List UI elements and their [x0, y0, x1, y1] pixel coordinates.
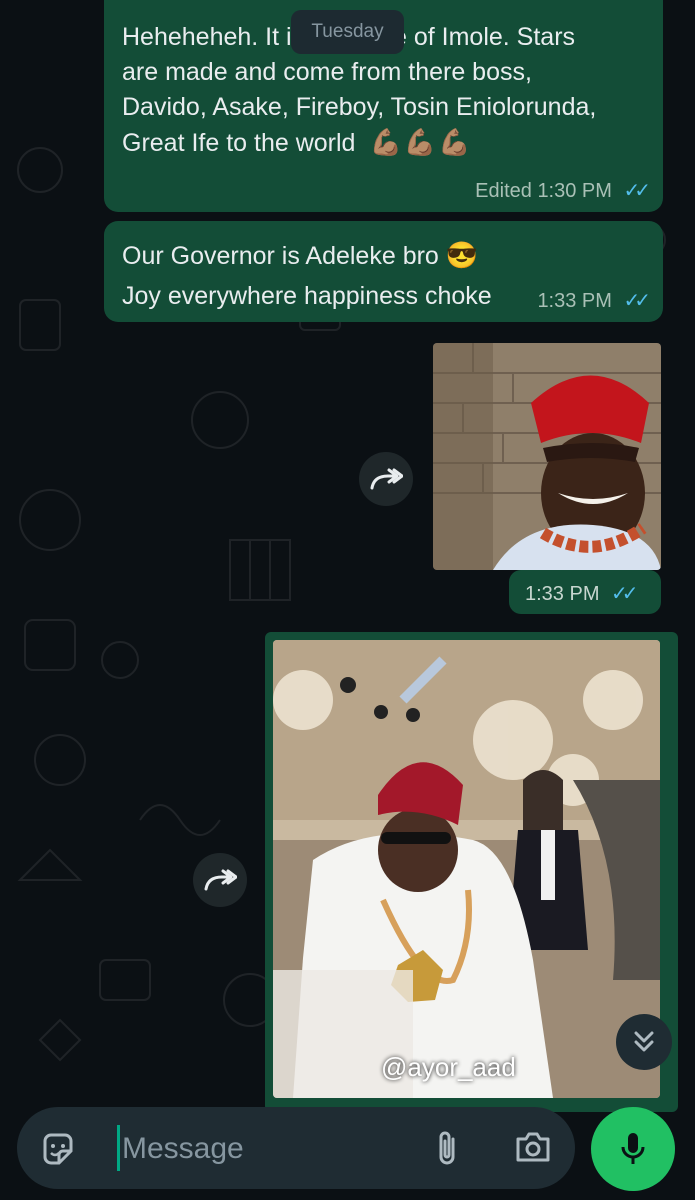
message-text: Our Governor is Adeleke bro 😎 Joy everyw…: [122, 240, 492, 310]
sticker-icon[interactable]: [39, 1131, 77, 1169]
message-input[interactable]: [120, 1123, 424, 1175]
mic-icon: [621, 1133, 645, 1164]
forward-button[interactable]: [193, 853, 247, 907]
message-bubble-outgoing[interactable]: Our Governor is Adeleke bro 😎 Joy everyw…: [104, 221, 663, 322]
message-time: 1:33 PM: [525, 583, 600, 605]
read-ticks-icon: ✓✓: [623, 180, 650, 202]
flexed-biceps-emoji: 💪🏽💪🏽💪🏽: [369, 127, 473, 157]
chevrons-down-icon: [634, 1031, 654, 1052]
read-ticks-icon: ✓✓: [623, 290, 650, 312]
message-meta: 1:33 PM ✓✓: [525, 581, 638, 606]
read-ticks-icon: ✓✓: [611, 583, 638, 605]
photo-man-red-cap: [433, 343, 661, 570]
forward-icon: [204, 869, 237, 891]
image-message[interactable]: [433, 343, 661, 570]
edited-label: Edited: [475, 180, 532, 202]
message-time: 1:30 PM: [537, 180, 612, 202]
image-time-pill: 1:33 PM ✓✓: [509, 570, 661, 614]
paperclip-icon[interactable]: [435, 1129, 463, 1167]
sunglasses-emoji: 😎: [445, 240, 479, 270]
video-thumbnail-dancing-man: [273, 640, 660, 1098]
video-message[interactable]: @ayor_aad: [273, 640, 660, 1098]
message-meta: Edited 1:30 PM ✓✓: [475, 178, 651, 203]
message-meta: 1:33 PM ✓✓: [537, 288, 650, 313]
forward-icon: [370, 468, 403, 490]
message-time: 1:33 PM: [537, 290, 612, 312]
video-watermark: @ayor_aad: [381, 1052, 516, 1082]
message-composer: [17, 1107, 575, 1189]
date-divider: Tuesday: [291, 10, 404, 54]
scroll-to-bottom-button[interactable]: [616, 1014, 672, 1070]
camera-icon[interactable]: [514, 1130, 552, 1164]
voice-message-button[interactable]: [591, 1107, 675, 1191]
forward-button[interactable]: [359, 452, 413, 506]
